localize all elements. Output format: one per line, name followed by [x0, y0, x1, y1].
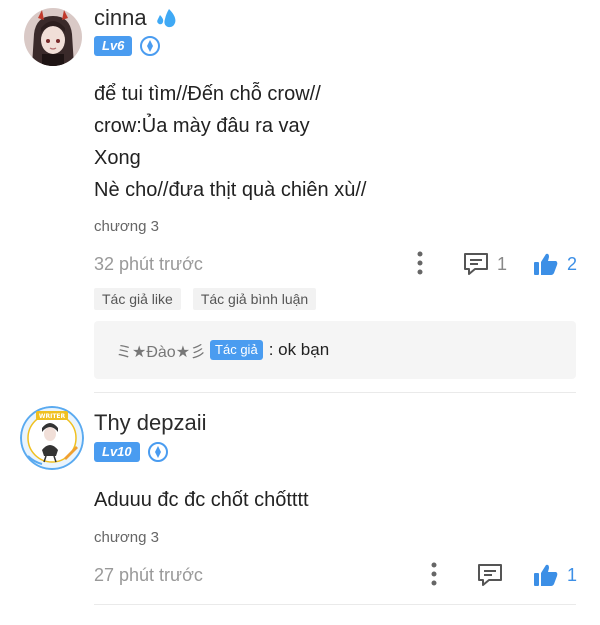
reply-preview[interactable]: ミ★Đào★彡 Tác giả : ok bạn — [94, 321, 576, 379]
username[interactable]: cinna — [94, 5, 181, 31]
vip-medal-icon — [147, 442, 168, 462]
level-badge: Lv6 — [94, 36, 133, 56]
tag-list: Tác giả like Tác giả bình luận — [94, 288, 317, 310]
username[interactable]: Thy depzaii — [94, 410, 207, 436]
comment-icon — [464, 253, 488, 275]
more-options-icon[interactable] — [431, 562, 437, 586]
author-badge: Tác giả — [210, 340, 263, 360]
username-text[interactable]: cinna — [94, 5, 147, 31]
more-options-icon[interactable] — [417, 251, 423, 275]
comment-line: Nè cho//đưa thịt quà chiên xù// — [94, 179, 367, 201]
vip-medal-icon — [140, 36, 161, 56]
like-button[interactable]: 2 — [533, 249, 577, 279]
level-badge: Lv10 — [94, 442, 140, 462]
reply-author-name[interactable]: ミ★Đào★彡 — [116, 338, 206, 362]
thumbs-up-icon — [534, 564, 558, 586]
timestamp: 32 phút trước — [94, 254, 203, 274]
reply-count: 1 — [497, 253, 508, 274]
author-commented-tag: Tác giả bình luận — [192, 288, 317, 310]
reply-button[interactable] — [477, 560, 503, 590]
comment-line: Aduuu đc đc chốt chốtttt — [94, 489, 309, 511]
like-button[interactable]: 1 — [533, 560, 577, 590]
chapter-label[interactable]: chương 3 — [94, 218, 159, 235]
comment-line: để tui tìm//Đến chỗ crow// — [94, 83, 321, 105]
comment-line: Xong — [94, 147, 141, 169]
avatar-image: WRITER — [20, 406, 84, 470]
comment-line: crow:Ủa mày đâu ra vay — [94, 115, 310, 137]
avatar-writer-label: WRITER — [39, 413, 66, 420]
comment-item: cinna Lv6 để tui tìm//Đến chỗ crow// cro… — [0, 0, 600, 390]
user-badges: Lv6 — [94, 36, 161, 56]
like-count: 1 — [567, 564, 578, 585]
avatar-image — [24, 8, 82, 66]
thumbs-up-icon — [534, 253, 558, 275]
user-avatar[interactable]: WRITER — [20, 406, 84, 470]
divider — [94, 392, 576, 393]
comment-item: WRITER Thy depzaii Lv10 Aduuu đc đc chốt… — [0, 400, 600, 620]
divider — [94, 604, 576, 605]
comment-icon — [478, 564, 502, 586]
comment-body: Aduuu đc đc chốt chốtttt — [94, 484, 309, 516]
user-avatar[interactable] — [24, 8, 82, 66]
comment-body: để tui tìm//Đến chỗ crow// crow:Ủa mày đ… — [94, 78, 366, 206]
user-badges: Lv10 — [94, 442, 168, 462]
reply-button[interactable]: 1 — [463, 249, 507, 279]
timestamp: 27 phút trước — [94, 565, 203, 585]
author-liked-tag: Tác giả like — [94, 288, 181, 310]
reply-text: : ok bạn — [268, 340, 330, 359]
like-count: 2 — [567, 253, 578, 274]
sweat-drops-icon — [156, 9, 175, 28]
chapter-label[interactable]: chương 3 — [94, 529, 159, 546]
